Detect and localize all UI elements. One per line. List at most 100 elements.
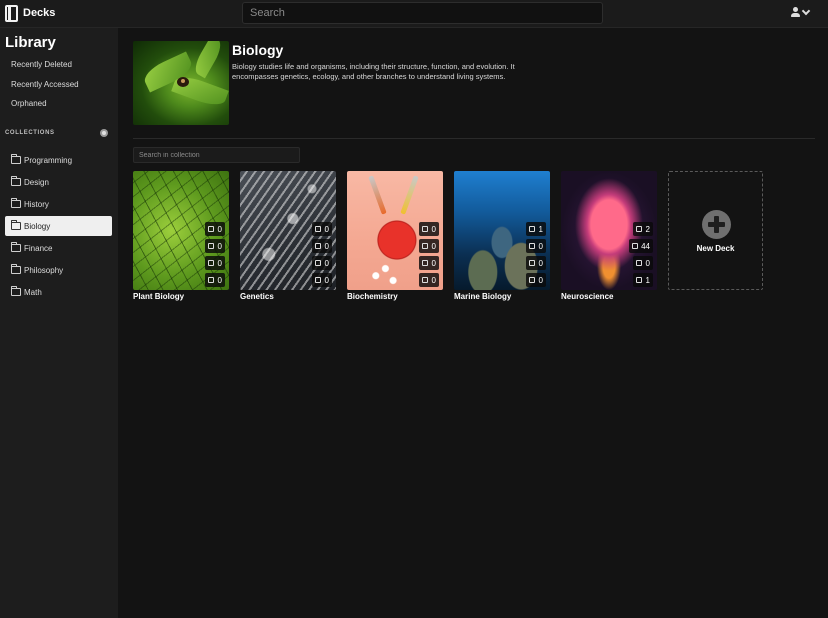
cards-icon xyxy=(632,243,638,249)
deck-cover-image: 0 0 0 0 xyxy=(240,171,336,290)
stat-badge: 0 xyxy=(205,273,225,287)
collection-item-design[interactable]: Design xyxy=(5,172,112,192)
deck-card-plant-biology[interactable]: 0 0 0 0 Plant Biology xyxy=(133,171,229,301)
note-icon xyxy=(529,277,535,283)
stat-badge: 0 xyxy=(526,273,546,287)
nav-orphaned[interactable]: Orphaned xyxy=(11,99,47,108)
stat-badge: 1 xyxy=(633,273,653,287)
collection-description: Biology studies life and organisms, incl… xyxy=(232,62,515,81)
stat-badge: 0 xyxy=(419,273,439,287)
deck-cover-image: 1 0 0 0 xyxy=(454,171,550,290)
collection-item-programming[interactable]: Programming xyxy=(5,150,112,170)
collection-label: Design xyxy=(24,178,49,187)
collection-cover-image[interactable] xyxy=(133,41,229,125)
collection-label: Finance xyxy=(24,244,53,253)
deck-name: Genetics xyxy=(240,292,274,301)
review-icon xyxy=(529,260,535,266)
leaf-shape xyxy=(191,41,225,79)
thumb-icon xyxy=(315,226,321,232)
stat-badge: 0 xyxy=(312,239,332,253)
collections-header: COLLECTIONS xyxy=(5,130,55,136)
deck-stats: 0 0 0 0 xyxy=(312,222,332,290)
nav-recently-deleted[interactable]: Recently Deleted xyxy=(11,60,72,69)
collection-item-biology[interactable]: Biology xyxy=(5,216,112,236)
stat-badge: 0 xyxy=(419,256,439,270)
deck-card-neuroscience[interactable]: 2 44 0 1 Neuroscience xyxy=(561,171,657,301)
cards-icon xyxy=(315,243,321,249)
deck-stats: 0 0 0 0 xyxy=(205,222,225,290)
deck-stats: 1 0 0 0 xyxy=(526,222,546,290)
top-bar: Decks xyxy=(0,0,828,28)
review-icon xyxy=(208,260,214,266)
deck-card-marine-biology[interactable]: 1 0 0 0 Marine Biology xyxy=(454,171,550,301)
thumb-icon xyxy=(529,226,535,232)
note-icon xyxy=(208,277,214,283)
folder-icon xyxy=(11,176,21,186)
sidebar: Library Recently Deleted Recently Access… xyxy=(0,28,118,618)
collection-label: Math xyxy=(24,288,42,297)
folder-icon xyxy=(11,198,21,208)
thumb-icon xyxy=(422,226,428,232)
app-title: Decks xyxy=(23,7,56,19)
decks-logo-icon[interactable] xyxy=(5,5,18,22)
plus-icon xyxy=(702,210,731,239)
folder-icon xyxy=(11,154,21,164)
stat-badge: 0 xyxy=(205,256,225,270)
deck-name: Marine Biology xyxy=(454,292,512,301)
stat-badge: 0 xyxy=(205,239,225,253)
cards-icon xyxy=(208,243,214,249)
stat-badge: 0 xyxy=(633,256,653,270)
stat-badge: 44 xyxy=(629,239,653,253)
stat-badge: 0 xyxy=(526,256,546,270)
search-input[interactable] xyxy=(242,2,603,24)
review-icon xyxy=(636,260,642,266)
stat-badge: 0 xyxy=(526,239,546,253)
note-icon xyxy=(422,277,428,283)
collection-item-history[interactable]: History xyxy=(5,194,112,214)
review-icon xyxy=(315,260,321,266)
cards-icon xyxy=(422,243,428,249)
deck-card-biochemistry[interactable]: 0 0 0 0 Biochemistry xyxy=(347,171,443,301)
deck-name: Biochemistry xyxy=(347,292,398,301)
collection-label: Biology xyxy=(24,222,51,231)
thumb-icon xyxy=(636,226,642,232)
folder-icon xyxy=(11,264,21,274)
cards-icon xyxy=(529,243,535,249)
collection-search-input[interactable] xyxy=(133,147,300,163)
nav-recently-accessed[interactable]: Recently Accessed xyxy=(11,80,79,89)
stat-badge: 0 xyxy=(312,222,332,236)
deck-cover-image: 0 0 0 0 xyxy=(347,171,443,290)
deck-card-genetics[interactable]: 0 0 0 0 Genetics xyxy=(240,171,336,301)
collection-label: Programming xyxy=(24,156,73,165)
deck-cover-image: 0 0 0 0 xyxy=(133,171,229,290)
new-deck-button[interactable]: New Deck xyxy=(668,171,763,290)
ladybug-shape xyxy=(177,77,189,87)
deck-cover-image: 2 44 0 1 xyxy=(561,171,657,290)
library-title: Library xyxy=(5,34,56,51)
thumb-icon xyxy=(208,226,214,232)
stat-badge: 0 xyxy=(312,256,332,270)
stat-badge: 2 xyxy=(633,222,653,236)
add-collection-icon[interactable] xyxy=(100,129,108,137)
header-divider xyxy=(133,138,815,139)
deck-name: Neuroscience xyxy=(561,292,614,301)
folder-icon xyxy=(11,220,21,230)
stat-badge: 0 xyxy=(419,239,439,253)
deck-stats: 2 44 0 1 xyxy=(629,222,653,290)
collection-item-philosophy[interactable]: Philosophy xyxy=(5,260,112,280)
stat-badge: 0 xyxy=(419,222,439,236)
review-icon xyxy=(422,260,428,266)
folder-icon xyxy=(11,242,21,252)
note-icon xyxy=(636,277,642,283)
user-menu-button[interactable] xyxy=(791,6,813,20)
note-icon xyxy=(315,277,321,283)
chevron-down-icon xyxy=(801,6,811,16)
stat-badge: 1 xyxy=(526,222,546,236)
collection-item-math[interactable]: Math xyxy=(5,282,112,302)
folder-icon xyxy=(11,286,21,296)
new-deck-label: New Deck xyxy=(696,244,735,253)
collection-title: Biology xyxy=(232,42,284,58)
collection-item-finance[interactable]: Finance xyxy=(5,238,112,258)
deck-stats: 0 0 0 0 xyxy=(419,222,439,290)
collection-label: History xyxy=(24,200,49,209)
